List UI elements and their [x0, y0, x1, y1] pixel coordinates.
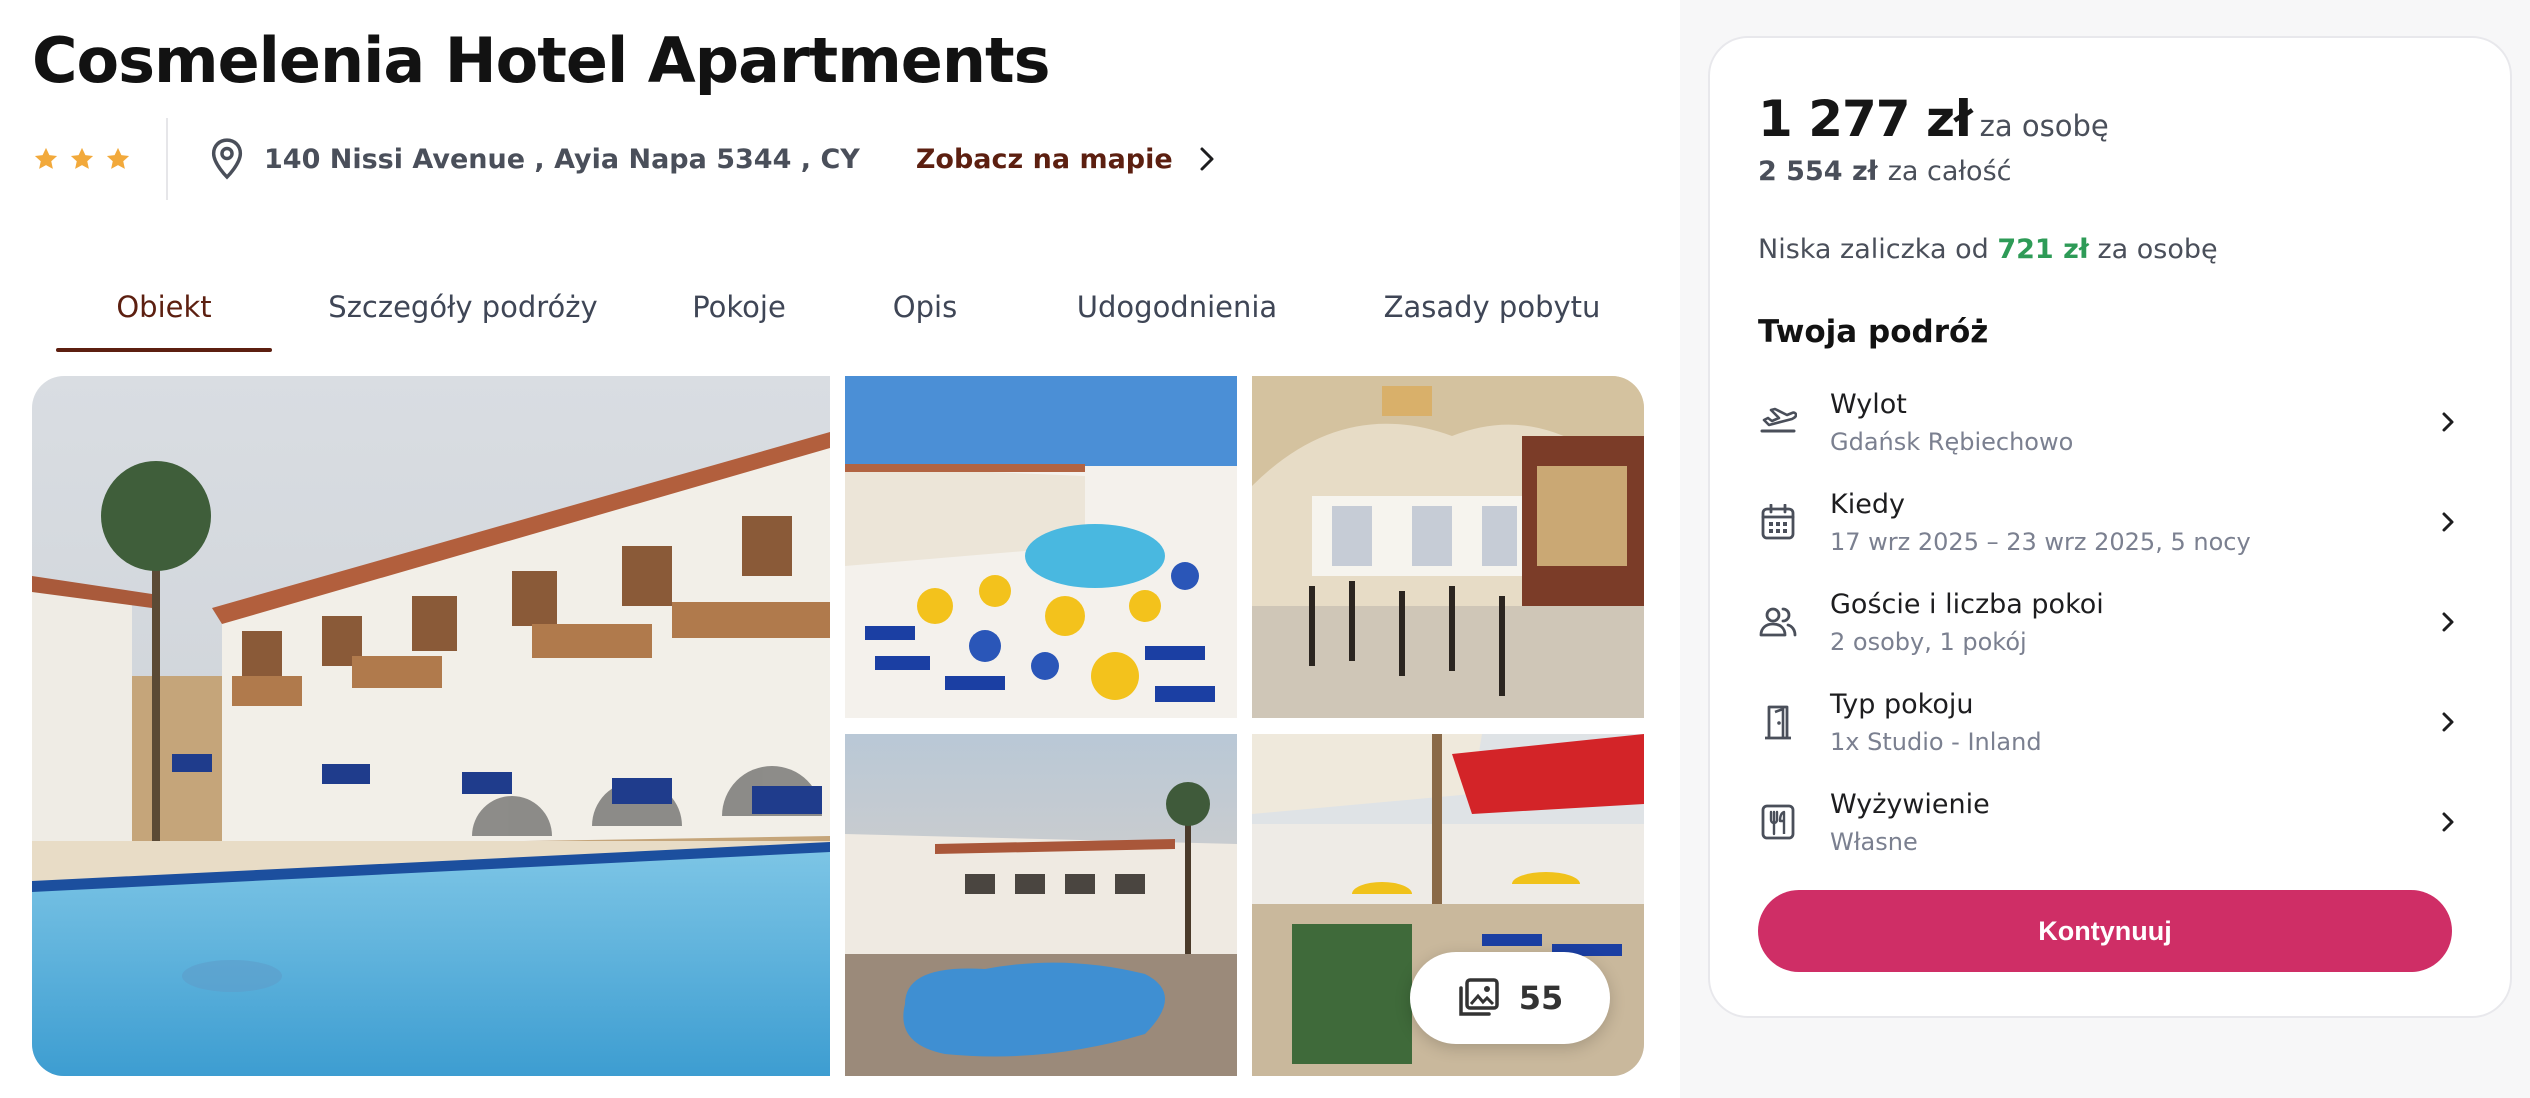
gallery-photo-bar[interactable] [1252, 376, 1644, 718]
booking-summary-card: 1 277 zł za osobę 2 554 zł za całość Nis… [1708, 36, 2512, 1018]
price-total-value: 2 554 zł [1758, 156, 1878, 187]
trip-row-value: 2 osoby, 1 pokój [1830, 627, 2027, 656]
tab-udogodnienia[interactable]: Udogodnienia [1026, 262, 1328, 352]
trip-row-label: Goście i liczba pokoi [1830, 588, 2104, 620]
trip-row-label: Typ pokoju [1830, 688, 1974, 720]
hotel-address: 140 Nissi Avenue , Ayia Napa 5344 , CY [264, 143, 860, 175]
trip-row-label: Wyżywienie [1830, 788, 1990, 820]
gallery-photo-main[interactable] [32, 376, 830, 1076]
photo-gallery: 55 [32, 376, 1644, 1076]
trip-row-value: Gdańsk Rębiechowo [1830, 427, 2074, 456]
trip-row-value: Własne [1830, 827, 1918, 856]
photo-gallery-icon [1458, 978, 1499, 1016]
tab-label: Opis [892, 290, 958, 324]
tab-pokoje[interactable]: Pokoje [654, 262, 824, 352]
price-per-person: 1 277 zł za osobę [1758, 90, 2109, 148]
continue-button[interactable]: Kontynuuj [1758, 890, 2452, 972]
star-icon [70, 147, 94, 169]
tab-obiekt[interactable]: Obiekt [56, 262, 272, 352]
price-per-person-label: za osobę [1979, 109, 2109, 143]
deposit-info: Niska zaliczka od 721 zł za osobę [1758, 234, 2218, 265]
chevron-right-icon [2442, 612, 2454, 632]
tab-label: Udogodnienia [1076, 290, 1278, 324]
price-total: 2 554 zł za całość [1758, 156, 2011, 187]
gallery-photo-pool-aerial[interactable] [845, 376, 1237, 718]
see-on-map-link[interactable]: Zobacz na mapie [916, 144, 1215, 175]
hotel-main-panel: Cosmelenia Hotel Apartments 140 Nissi Av… [0, 0, 1680, 1098]
chevron-right-icon [1200, 147, 1214, 171]
calendar-icon [1758, 502, 1798, 542]
hotel-title: Cosmelenia Hotel Apartments [32, 24, 1051, 97]
hotel-meta-row: 140 Nissi Avenue , Ayia Napa 5344 , CY Z… [32, 118, 1652, 200]
location-pin-icon [211, 138, 243, 180]
photo-count: 55 [1518, 979, 1564, 1017]
tab-label: Zasady pobytu [1383, 290, 1601, 324]
trip-row-meals[interactable]: Wyżywienie Własne [1758, 772, 2462, 872]
chevron-right-icon [2442, 812, 2454, 832]
star-icon [34, 147, 58, 169]
tab-label: Pokoje [692, 290, 786, 324]
price-per-person-value: 1 277 zł [1758, 90, 1973, 148]
trip-row-value: 1x Studio - Inland [1830, 727, 2042, 756]
tab-label: Szczegóły podróży [328, 290, 598, 324]
deposit-suffix: za osobę [2097, 234, 2218, 265]
trip-details-list: Wylot Gdańsk Rębiechowo Kiedy 17 wrz 202… [1758, 372, 2462, 872]
star-icon [106, 147, 130, 169]
chevron-right-icon [2442, 512, 2454, 532]
deposit-prefix: Niska zaliczka od [1758, 234, 1989, 265]
trip-row-value: 17 wrz 2025 – 23 wrz 2025, 5 nocy [1830, 527, 2251, 556]
deposit-amount: 721 zł [1997, 234, 2089, 265]
trip-heading: Twoja podróż [1758, 314, 1989, 350]
trip-row-dates[interactable]: Kiedy 17 wrz 2025 – 23 wrz 2025, 5 nocy [1758, 472, 2462, 572]
location: 140 Nissi Avenue , Ayia Napa 5344 , CY [208, 137, 860, 181]
trip-row-room-type[interactable]: Typ pokoju 1x Studio - Inland [1758, 672, 2462, 772]
plane-departure-icon [1758, 402, 1798, 442]
tab-opis[interactable]: Opis [824, 262, 1026, 352]
trip-row-label: Kiedy [1830, 488, 1905, 520]
price-total-label: za całość [1887, 156, 2012, 187]
photo-count-button[interactable]: 55 [1410, 952, 1610, 1044]
trip-row-label: Wylot [1830, 388, 1907, 420]
section-tabs: Obiekt Szczegóły podróży Pokoje Opis Udo… [56, 262, 1656, 352]
trip-row-departure[interactable]: Wylot Gdańsk Rębiechowo [1758, 372, 2462, 472]
guests-icon [1758, 602, 1798, 642]
trip-row-guests[interactable]: Goście i liczba pokoi 2 osoby, 1 pokój [1758, 572, 2462, 672]
chevron-right-icon [2442, 412, 2454, 432]
tab-zasady-pobytu[interactable]: Zasady pobytu [1328, 262, 1656, 352]
door-icon [1758, 702, 1798, 742]
chevron-right-icon [2442, 712, 2454, 732]
tab-label: Obiekt [116, 290, 212, 324]
gallery-photo-pool-evening[interactable] [845, 734, 1237, 1076]
meal-icon [1758, 802, 1798, 842]
see-on-map-label: Zobacz na mapie [915, 143, 1173, 175]
tab-szczegoly-podrozy[interactable]: Szczegóły podróży [272, 262, 654, 352]
star-rating [32, 118, 168, 200]
